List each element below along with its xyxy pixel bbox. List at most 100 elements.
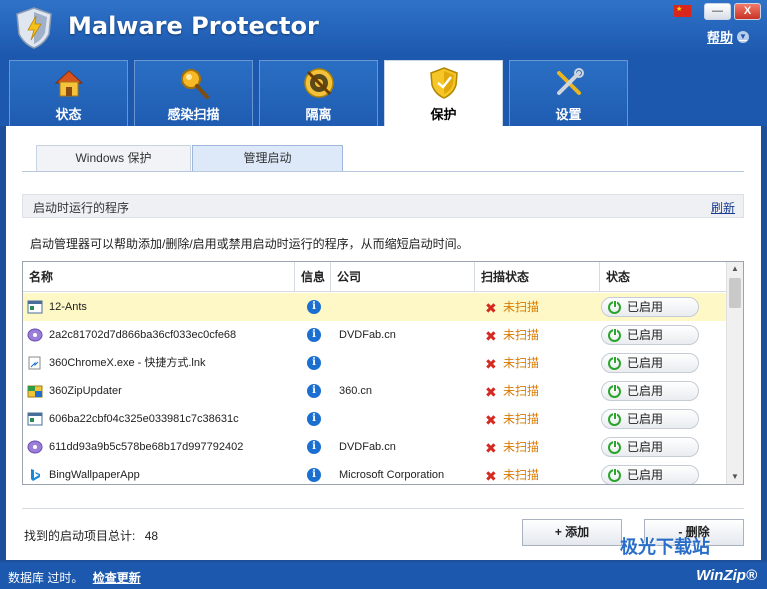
info-icon[interactable]: i [307, 468, 321, 482]
program-name-cell[interactable]: 360ZipUpdater [27, 377, 122, 405]
scan-status-cell: 未扫描 [483, 349, 540, 378]
enable-toggle-button[interactable]: 已启用 [601, 381, 699, 401]
vertical-scrollbar[interactable]: ▲ ▼ [726, 262, 743, 484]
enable-toggle-button[interactable]: 已启用 [601, 325, 699, 345]
scan-status-cell: 未扫描 [483, 321, 539, 350]
status-text: 已启用 [627, 384, 664, 398]
database-status: 数据库 过时。 检查更新 [8, 569, 141, 586]
close-button[interactable]: X [734, 3, 761, 20]
status-text: 已启用 [627, 412, 664, 426]
language-flag-icon[interactable] [674, 5, 691, 17]
scan-status-cell: 未扫描 [483, 377, 540, 406]
info-icon[interactable]: i [307, 412, 321, 426]
shortcut-icon [27, 356, 43, 370]
enable-toggle-button[interactable]: 已启用 [601, 297, 699, 317]
company-cell: 360.cn [339, 385, 373, 397]
company-cell: DVDFab.cn [339, 441, 396, 453]
power-icon [608, 467, 621, 482]
tab-quarantine[interactable]: 隔离 [259, 60, 378, 126]
tab-startup-manager[interactable]: 管理启动 [192, 145, 343, 172]
column-header-info[interactable]: 信息 [295, 262, 331, 292]
not-scanned-icon [483, 462, 498, 485]
info-icon[interactable]: i [307, 328, 321, 342]
table-row[interactable]: 2a2c81702d7d866ba36cf033ec0cfe68 i DVDFab.… [23, 321, 726, 350]
status-text: 已启用 [627, 468, 664, 482]
power-icon [608, 411, 621, 426]
not-scanned-icon [483, 322, 498, 350]
tab-infection-scan[interactable]: 感染扫描 [134, 60, 253, 126]
add-button[interactable]: + 添加 [522, 519, 622, 546]
info-icon[interactable]: i [307, 356, 321, 370]
tab-windows-protection[interactable]: Windows 保护 [36, 145, 191, 172]
main-tabs: 状态 感染扫描 隔离 保护 设置 [0, 56, 767, 126]
tab-protection[interactable]: 保护 [384, 60, 503, 126]
table-row[interactable]: 12-Ants i 未扫描 已启用 [23, 293, 726, 322]
not-scanned-icon [483, 434, 498, 462]
info-icon[interactable]: i [307, 300, 321, 314]
minimize-button[interactable]: — [704, 3, 731, 20]
divider [22, 508, 744, 509]
tab-settings[interactable]: 设置 [509, 60, 628, 126]
home-icon [54, 70, 83, 97]
table-row[interactable]: 606ba22cbf04c325e033981c7c38631c i 未扫描 已启用 [23, 405, 726, 434]
program-name: BingWallpaperApp [49, 469, 140, 481]
scroll-down-icon[interactable]: ▼ [727, 470, 743, 484]
program-name: 606ba22cbf04c325e033981c7c38631c [49, 413, 239, 425]
bing-icon [27, 468, 43, 482]
scan-status-text: 未扫描 [503, 356, 540, 370]
disc-icon [27, 328, 43, 342]
table-header: 名称 信息 公司 扫描状态 状态 [23, 262, 726, 292]
program-name-cell[interactable]: BingWallpaperApp [27, 461, 140, 484]
total-label: 找到的启动项目总计: [24, 529, 136, 543]
enable-toggle-button[interactable]: 已启用 [601, 409, 699, 429]
quarantine-icon [303, 68, 334, 98]
column-header-company[interactable]: 公司 [331, 262, 475, 292]
refresh-link[interactable]: 刷新 [711, 199, 735, 216]
tab-status[interactable]: 状态 [9, 60, 128, 126]
status-text: 已启用 [627, 328, 664, 342]
scan-status-text: 未扫描 [503, 300, 540, 314]
app-logo-icon [16, 7, 52, 49]
table-row[interactable]: 360ZipUpdater i 360.cn 未扫描 已启用 [23, 377, 726, 406]
enable-toggle-button[interactable]: 已启用 [601, 465, 699, 484]
info-icon[interactable]: i [307, 440, 321, 454]
program-name-cell[interactable]: 12-Ants [27, 293, 87, 321]
scroll-thumb[interactable] [729, 278, 741, 308]
enable-toggle-button[interactable]: 已启用 [601, 437, 699, 457]
check-update-link[interactable]: 检查更新 [93, 571, 141, 585]
table-row[interactable]: 360ChromeX.exe - 快捷方式.lnk i 未扫描 已启用 [23, 349, 726, 378]
window-icon [27, 412, 43, 426]
power-icon [608, 439, 621, 454]
column-header-scan-status[interactable]: 扫描状态 [475, 262, 600, 292]
divider [22, 171, 744, 172]
status-text: 已启用 [627, 356, 664, 370]
title-bar: Malware Protector — X 帮助 ▼ [0, 0, 767, 56]
program-name-cell[interactable]: 611dd93a9b5c578be68b17d997792402 [27, 433, 243, 461]
info-icon[interactable]: i [307, 384, 321, 398]
column-header-status[interactable]: 状态 [600, 262, 726, 292]
help-menu[interactable]: 帮助 ▼ [707, 27, 749, 46]
total-count: 找到的启动项目总计: 48 [24, 527, 158, 544]
content-panel: Windows 保护 管理启动 启动时运行的程序 刷新 启动管理器可以帮助添加/… [6, 126, 761, 560]
enable-toggle-button[interactable]: 已启用 [601, 353, 699, 373]
section-description: 启动管理器可以帮助添加/删除/启用或禁用启动时运行的程序，从而缩短启动时间。 [30, 237, 469, 251]
chevron-down-icon[interactable]: ▼ [737, 30, 749, 43]
program-name: 611dd93a9b5c578be68b17d997792402 [49, 441, 244, 453]
power-icon [608, 383, 621, 398]
scan-status-text: 未扫描 [503, 384, 540, 398]
help-label[interactable]: 帮助 [707, 27, 733, 46]
table-row[interactable]: 611dd93a9b5c578be68b17d997792402 i DVDFab.… [23, 433, 726, 462]
program-name-cell[interactable]: 606ba22cbf04c325e033981c7c38631c [27, 405, 239, 433]
not-scanned-icon [483, 378, 498, 406]
table-row[interactable]: BingWallpaperApp i Microsoft Corporation 未扫… [23, 461, 726, 485]
power-icon [608, 327, 621, 342]
program-name-cell[interactable]: 2a2c81702d7d866ba36cf033ec0cfe68 [27, 321, 236, 349]
status-text: 已启用 [627, 440, 664, 454]
tools-icon [556, 68, 584, 95]
app-title: Malware Protector [68, 12, 319, 40]
column-header-name[interactable]: 名称 [23, 262, 295, 292]
scroll-up-icon[interactable]: ▲ [727, 262, 743, 276]
program-name-cell[interactable]: 360ChromeX.exe - 快捷方式.lnk [27, 349, 206, 377]
power-icon [608, 299, 621, 314]
scan-status-text: 未扫描 [503, 468, 540, 482]
